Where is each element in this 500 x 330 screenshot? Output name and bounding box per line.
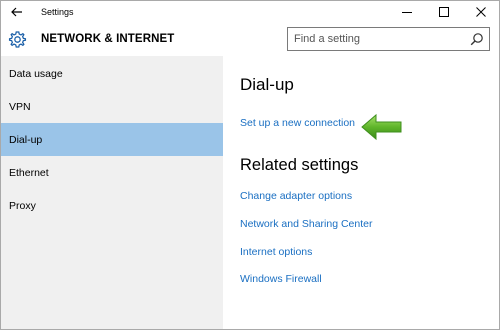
page-header: NETWORK & INTERNET [1, 23, 499, 56]
search-input[interactable] [288, 29, 463, 49]
green-arrow-icon [361, 113, 402, 141]
maximize-button[interactable] [425, 1, 462, 23]
minimize-icon [401, 12, 412, 13]
settings-window: Settings NETWORK & INTERNET Find a setti… [0, 0, 500, 330]
title-bar: Settings [1, 1, 499, 23]
sidebar-item-proxy[interactable]: Proxy [1, 189, 223, 222]
section-title: NETWORK & INTERNET [41, 33, 175, 45]
window-controls [388, 1, 499, 23]
sidebar-item-label: Dial-up [9, 133, 43, 146]
close-icon [475, 7, 486, 17]
back-arrow-icon [11, 7, 22, 17]
internet-options-link[interactable]: Internet options [240, 246, 312, 258]
network-sharing-center-link[interactable]: Network and Sharing Center [240, 218, 373, 230]
sidebar-item-data-usage[interactable]: Data usage [1, 57, 223, 90]
maximize-icon [438, 7, 449, 17]
close-button[interactable] [462, 1, 499, 23]
sidebar-item-label: VPN [9, 100, 31, 113]
sidebar-item-label: Proxy [9, 199, 36, 212]
search-box[interactable] [287, 27, 490, 51]
sidebar-item-dial-up[interactable]: Dial-up [1, 123, 223, 156]
windows-firewall-link[interactable]: Windows Firewall [240, 273, 322, 285]
page-title: Dial-up [240, 75, 294, 94]
sidebar-item-label: Ethernet [9, 166, 49, 179]
change-adapter-options-link[interactable]: Change adapter options [240, 190, 352, 202]
main-content: Dial-up Set up a new connection Related … [223, 56, 499, 329]
minimize-button[interactable] [388, 1, 425, 23]
back-button[interactable] [1, 1, 33, 23]
sidebar-item-vpn[interactable]: VPN [1, 90, 223, 123]
sidebar-item-label: Data usage [9, 67, 63, 80]
sidebar: Data usage VPN Dial-up Ethernet Proxy [1, 56, 223, 329]
window-title: Settings [41, 7, 74, 17]
setup-new-connection-link[interactable]: Set up a new connection [240, 117, 355, 129]
related-settings-heading: Related settings [240, 156, 359, 174]
gear-icon [8, 31, 27, 48]
sidebar-item-ethernet[interactable]: Ethernet [1, 156, 223, 189]
search-icon[interactable] [470, 32, 484, 46]
